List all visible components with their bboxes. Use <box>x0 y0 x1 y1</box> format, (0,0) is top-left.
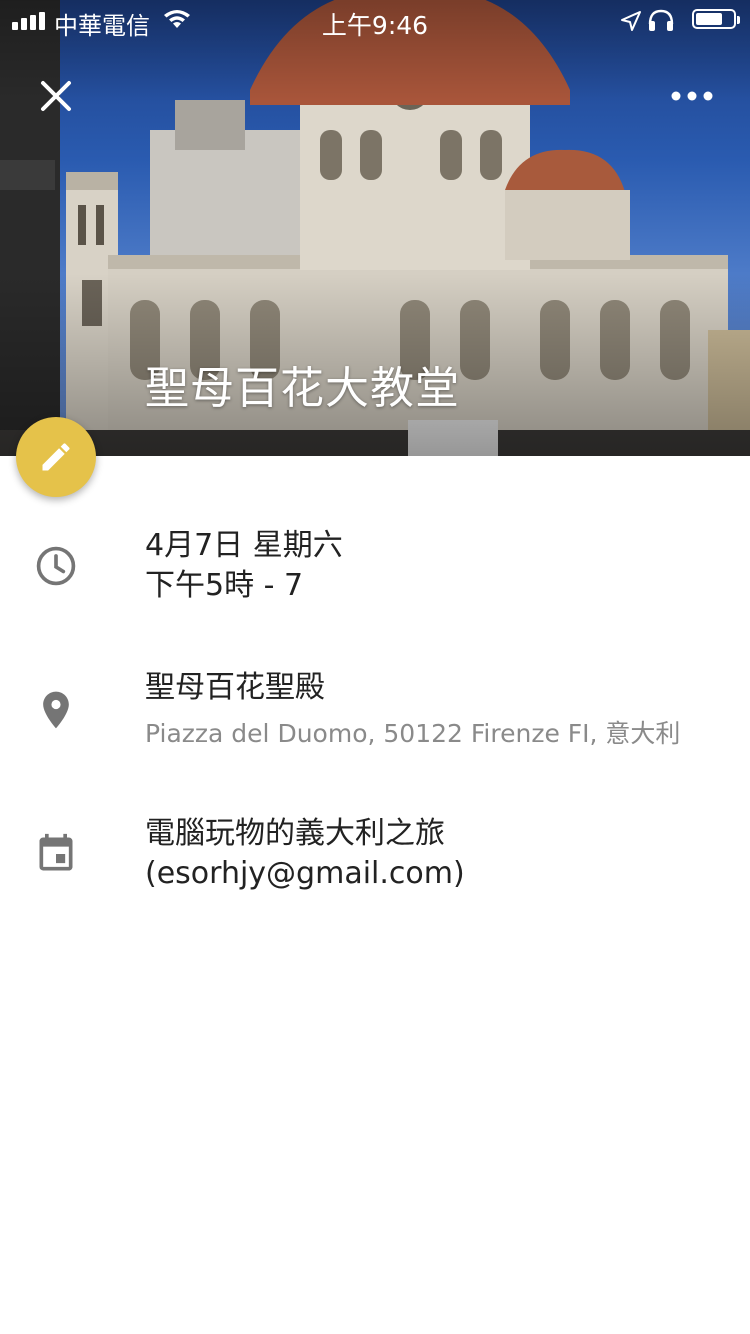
clock-icon <box>36 546 76 586</box>
headphones-icon <box>648 9 674 31</box>
calendar-icon <box>39 833 73 871</box>
more-vert-icon <box>671 91 713 101</box>
event-title: 聖母百花大教堂 <box>145 363 460 414</box>
location-arrow-icon <box>621 11 641 31</box>
more-options-button[interactable] <box>662 70 722 122</box>
location-address: Piazza del Duomo, 50122 Firenze FI, 意大利 <box>145 719 681 748</box>
location-name: 聖母百花聖殿 <box>145 670 325 705</box>
status-bar: 中華電信 上午9:46 <box>0 0 750 40</box>
battery-icon <box>692 9 740 29</box>
close-icon <box>41 81 71 111</box>
datetime-row[interactable]: 4月7日 星期六 下午5時 - 7 <box>0 526 750 626</box>
event-time: 下午5時 - 7 <box>145 568 304 603</box>
pencil-icon <box>42 443 70 471</box>
close-button[interactable] <box>26 66 86 126</box>
edit-event-button[interactable] <box>16 417 96 497</box>
location-row[interactable]: 聖母百花聖殿 Piazza del Duomo, 50122 Firenze F… <box>0 668 750 768</box>
calendar-name: 電腦玩物的義大利之旅 <box>145 816 445 851</box>
event-date: 4月7日 星期六 <box>145 528 343 563</box>
calendar-row[interactable]: 電腦玩物的義大利之旅 (esorhjy@gmail.com) <box>0 814 750 914</box>
map-pin-icon <box>43 691 69 729</box>
calendar-account: (esorhjy@gmail.com) <box>145 856 465 891</box>
